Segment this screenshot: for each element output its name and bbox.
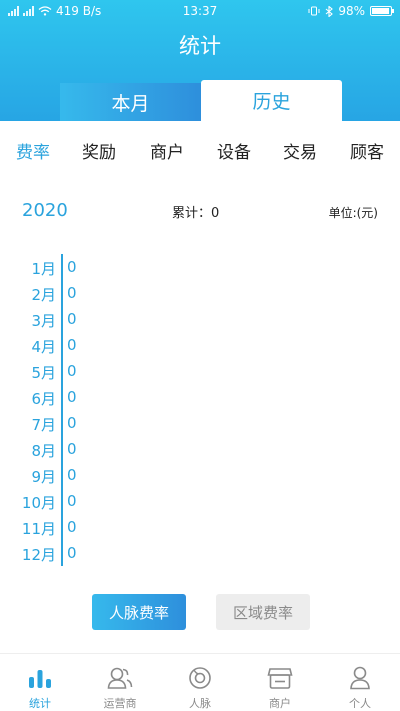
operator-icon (107, 667, 133, 689)
region-fee-rate-button[interactable]: 区域费率 (216, 594, 310, 630)
header: 419 B/s 13:37 98% 统计 本月 历史 (0, 0, 400, 121)
month-label: 7月 (31, 416, 56, 434)
shop-icon (267, 668, 293, 689)
category-tabs: 费率 奖励 商户 设备 交易 顾客 (0, 138, 400, 164)
tab-shop[interactable]: 商户 (240, 660, 320, 710)
bar-chart-icon (29, 670, 51, 688)
month-value: 0 (67, 310, 77, 328)
vibrate-icon (308, 6, 320, 16)
month-label: 9月 (31, 468, 56, 486)
month-value: 0 (67, 544, 77, 562)
month-row: 2月 0 (0, 284, 120, 306)
month-label: 12月 (21, 546, 56, 564)
month-row: 11月 0 (0, 518, 120, 540)
month-value: 0 (67, 284, 77, 302)
tab-label: 人脉 (189, 697, 211, 710)
month-value: 0 (67, 466, 77, 484)
category-tab-device[interactable]: 设备 (217, 138, 251, 163)
bottom-tab-bar: 统计 运营商 人脉 商户 个人 (0, 653, 400, 711)
month-row: 9月 0 (0, 466, 120, 488)
month-label: 1月 (31, 260, 56, 278)
month-row: 8月 0 (0, 440, 120, 462)
category-tab-reward[interactable]: 奖励 (82, 138, 116, 163)
month-row: 7月 0 (0, 414, 120, 436)
month-row: 1月 0 (0, 258, 120, 280)
tab-label: 统计 (29, 697, 51, 710)
month-value: 0 (67, 518, 77, 536)
month-value: 0 (67, 362, 77, 380)
tab-history[interactable]: 历史 (201, 80, 342, 121)
battery-icon (370, 6, 394, 16)
unit-label: 单位:(元) (328, 206, 378, 220)
category-tab-fee-rate[interactable]: 费率 (16, 138, 50, 163)
category-tab-customer[interactable]: 顾客 (350, 138, 384, 163)
status-bar: 419 B/s 13:37 98% (0, 0, 400, 22)
month-value: 0 (67, 492, 77, 510)
month-label: 3月 (31, 312, 56, 330)
month-value: 0 (67, 414, 77, 432)
tab-operator[interactable]: 运营商 (80, 660, 160, 710)
bluetooth-icon (325, 5, 334, 17)
category-tab-merchant[interactable]: 商户 (150, 138, 184, 163)
battery-level: 98% (338, 4, 365, 18)
tab-label: 运营商 (103, 697, 137, 710)
month-row: 3月 0 (0, 310, 120, 332)
page-title: 统计 (179, 34, 221, 58)
month-label: 10月 (21, 494, 56, 512)
month-row: 6月 0 (0, 388, 120, 410)
tab-personal[interactable]: 个人 (320, 660, 400, 710)
month-value: 0 (67, 388, 77, 406)
tab-label: 个人 (349, 697, 371, 710)
month-value: 0 (67, 258, 77, 276)
category-tab-transaction[interactable]: 交易 (283, 138, 317, 163)
month-row: 4月 0 (0, 336, 120, 358)
tab-label: 商户 (269, 697, 291, 710)
month-label: 2月 (31, 286, 56, 304)
person-icon (350, 666, 370, 690)
tab-network[interactable]: 人脉 (160, 660, 240, 710)
tab-this-month[interactable]: 本月 (60, 83, 201, 121)
month-label: 4月 (31, 338, 56, 356)
year-label[interactable]: 2020 (22, 200, 68, 221)
month-value: 0 (67, 440, 77, 458)
month-row: 5月 0 (0, 362, 120, 384)
month-value: 0 (67, 336, 77, 354)
month-label: 6月 (31, 390, 56, 408)
month-label: 8月 (31, 442, 56, 460)
month-label: 11月 (21, 520, 56, 538)
tab-statistics[interactable]: 统计 (0, 660, 80, 710)
month-row: 12月 0 (0, 544, 120, 566)
total-label: 累计：0 (172, 206, 220, 221)
network-icon (189, 667, 211, 689)
contacts-fee-rate-button[interactable]: 人脉费率 (92, 594, 186, 630)
month-label: 5月 (31, 364, 56, 382)
month-row: 10月 0 (0, 492, 120, 514)
